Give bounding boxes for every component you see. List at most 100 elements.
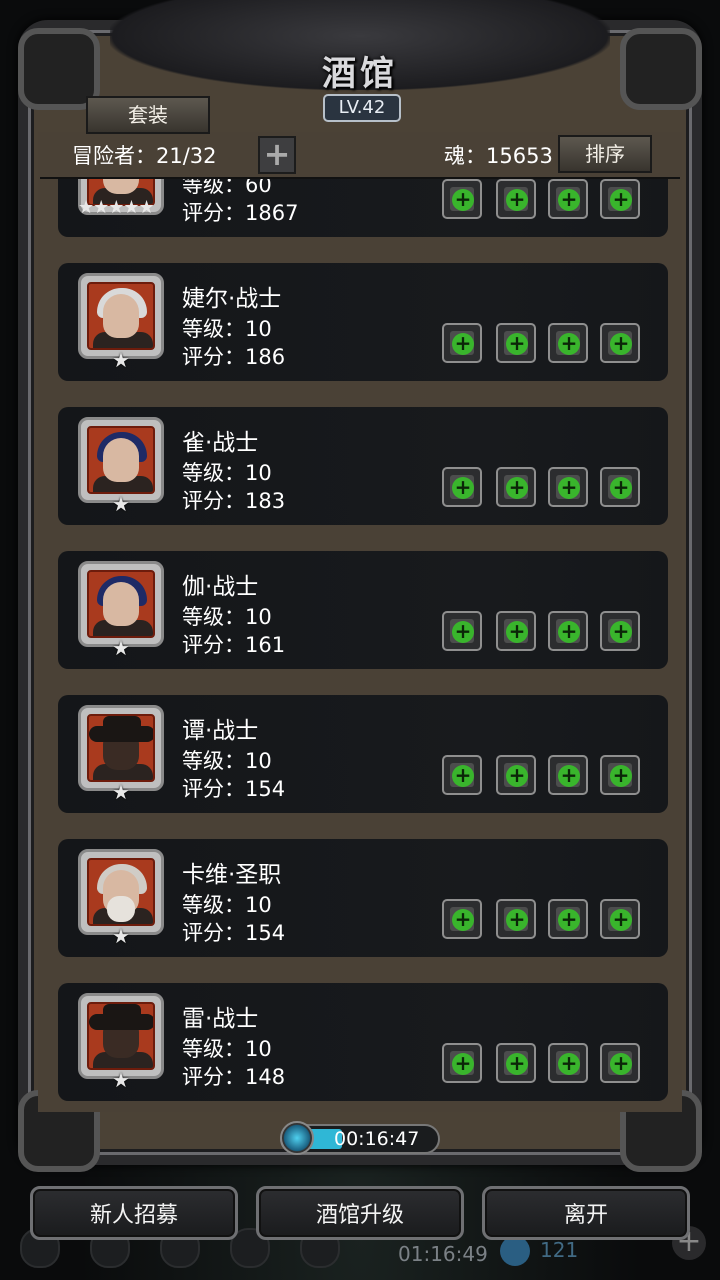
equipment-slots: + + + + [442, 467, 650, 507]
star-icon: ★ [112, 348, 130, 372]
hero-portrait[interactable]: ★ [78, 417, 164, 514]
weapon-slot-button[interactable]: + [442, 1043, 482, 1083]
upgrade-tavern-button[interactable]: 酒馆升级 [256, 1186, 464, 1240]
hero-level: 等级：10 [182, 893, 272, 917]
weapon-slot-button[interactable]: + [442, 899, 482, 939]
recruit-button[interactable]: 新人招募 [30, 1186, 238, 1240]
gem-icon [500, 1236, 530, 1266]
hero-name: 伽·战士 [182, 574, 259, 600]
ring-slot-button[interactable]: + [548, 1043, 588, 1083]
plus-icon: + [610, 765, 632, 787]
armor-slot-button[interactable]: + [496, 323, 536, 363]
star-icon: ★ [112, 1068, 130, 1092]
ring-slot-button[interactable]: + [548, 467, 588, 507]
old-bearded-priest-portrait-icon [87, 858, 155, 926]
hero-card[interactable]: ★ 婕尔·战士 等级：10 评分：186 + + + + [58, 263, 668, 381]
amulet-slot-button[interactable]: + [600, 755, 640, 795]
armor-slot-button[interactable]: + [496, 467, 536, 507]
hero-score: 评分：154 [182, 921, 286, 945]
hero-level: 等级：10 [182, 605, 272, 629]
hero-card[interactable]: ★ 谭·战士 等级：10 评分：154 + + + + [58, 695, 668, 813]
ring-slot-button[interactable]: + [548, 899, 588, 939]
hero-level: 等级：10 [182, 1037, 272, 1061]
amulet-slot-button[interactable]: + [600, 179, 640, 219]
amulet-slot-button[interactable]: + [600, 899, 640, 939]
leave-button[interactable]: 离开 [482, 1186, 690, 1240]
plus-icon: + [506, 909, 528, 931]
hero-portrait[interactable]: ★ [78, 561, 164, 658]
equipment-slots: + + + + [442, 179, 650, 219]
amulet-slot-button[interactable]: + [600, 467, 640, 507]
sort-button[interactable]: 排序 [558, 135, 652, 173]
plus-icon: + [506, 1053, 528, 1075]
plus-icon: + [506, 765, 528, 787]
add-slot-button[interactable]: + [258, 136, 296, 174]
armor-slot-button[interactable]: + [496, 179, 536, 219]
timer-text: 00:16:47 [334, 1128, 420, 1150]
hero-score: 评分：186 [182, 345, 286, 369]
plus-icon: + [558, 909, 580, 931]
plus-icon: + [610, 1053, 632, 1075]
amulet-slot-button[interactable]: + [600, 1043, 640, 1083]
hero-name: 卡维·圣职 [182, 862, 282, 888]
hero-portrait[interactable]: ★ [78, 993, 164, 1090]
hero-score: 评分：183 [182, 489, 286, 513]
hero-portrait[interactable]: ★ [78, 705, 164, 802]
plus-icon: + [610, 333, 632, 355]
ring-slot-button[interactable]: + [548, 323, 588, 363]
hero-level: 等级：10 [182, 461, 272, 485]
masked-hat-warrior-portrait-icon [87, 714, 155, 782]
hero-portrait[interactable]: ★ [78, 849, 164, 946]
plus-icon: + [610, 189, 632, 211]
hero-card[interactable]: ★ 伽·战士 等级：10 评分：161 + + + + [58, 551, 668, 669]
weapon-slot-button[interactable]: + [442, 611, 482, 651]
plus-icon: + [452, 333, 474, 355]
star-icon: ★ [112, 492, 130, 516]
set-button[interactable]: 套装 [86, 96, 210, 134]
weapon-slot-button[interactable]: + [442, 467, 482, 507]
plus-icon: + [558, 477, 580, 499]
hero-card[interactable]: ★ 雷·战士 等级：10 评分：148 + + + + [58, 983, 668, 1101]
ring-slot-button[interactable]: + [548, 611, 588, 651]
ring-slot-button[interactable]: + [548, 755, 588, 795]
armor-slot-button[interactable]: + [496, 755, 536, 795]
plus-icon: + [452, 477, 474, 499]
hero-card[interactable]: ★ 卡维·圣职等级：10 评分：154 + + + + [58, 839, 668, 957]
weapon-slot-button[interactable]: + [442, 179, 482, 219]
plus-icon: + [610, 909, 632, 931]
weapon-slot-button[interactable]: + [442, 323, 482, 363]
equipment-slots: + + + + [442, 323, 650, 363]
hero-list[interactable]: ★★★★★ 等级：60 评分：1867 + + + + ★ 婕尔·战士 等级：10 评分：186 + +… [40, 177, 680, 1109]
hero-score: 评分：148 [182, 1065, 286, 1089]
equipment-slots: + + + + [442, 755, 650, 795]
weapon-slot-button[interactable]: + [442, 755, 482, 795]
star-icon: ★ [112, 636, 130, 660]
amulet-slot-button[interactable]: + [600, 323, 640, 363]
stats-row: 冒险者：21/32 + 魂：15653 排序 [72, 135, 652, 174]
plus-icon: + [610, 621, 632, 643]
hero-level: 等级：60 [182, 177, 272, 197]
hero-card[interactable]: ★ 雀·战士 等级：10 评分：183 + + + + [58, 407, 668, 525]
equipment-slots: + + + + [442, 899, 650, 939]
blue-haired-warrior-portrait-icon [87, 426, 155, 494]
armor-slot-button[interactable]: + [496, 899, 536, 939]
plus-icon: + [506, 189, 528, 211]
armor-slot-button[interactable]: + [496, 1043, 536, 1083]
amulet-slot-button[interactable]: + [600, 611, 640, 651]
blue-haired-warrior-portrait-icon [87, 570, 155, 638]
plus-icon: + [558, 333, 580, 355]
hero-portrait[interactable]: ★ [78, 273, 164, 370]
plus-icon: + [452, 765, 474, 787]
plus-icon: + [506, 621, 528, 643]
plus-icon: + [610, 477, 632, 499]
equipment-slots: + + + + [442, 1043, 650, 1083]
ring-slot-button[interactable]: + [548, 179, 588, 219]
window-title: 酒馆 [322, 54, 398, 94]
plus-icon: + [506, 477, 528, 499]
plus-icon: + [558, 189, 580, 211]
plus-icon: + [452, 621, 474, 643]
armor-slot-button[interactable]: + [496, 611, 536, 651]
hero-level: 等级：10 [182, 317, 272, 341]
clock-icon [280, 1121, 314, 1155]
hero-card[interactable]: ★★★★★ 等级：60 评分：1867 + + + + [58, 177, 668, 237]
